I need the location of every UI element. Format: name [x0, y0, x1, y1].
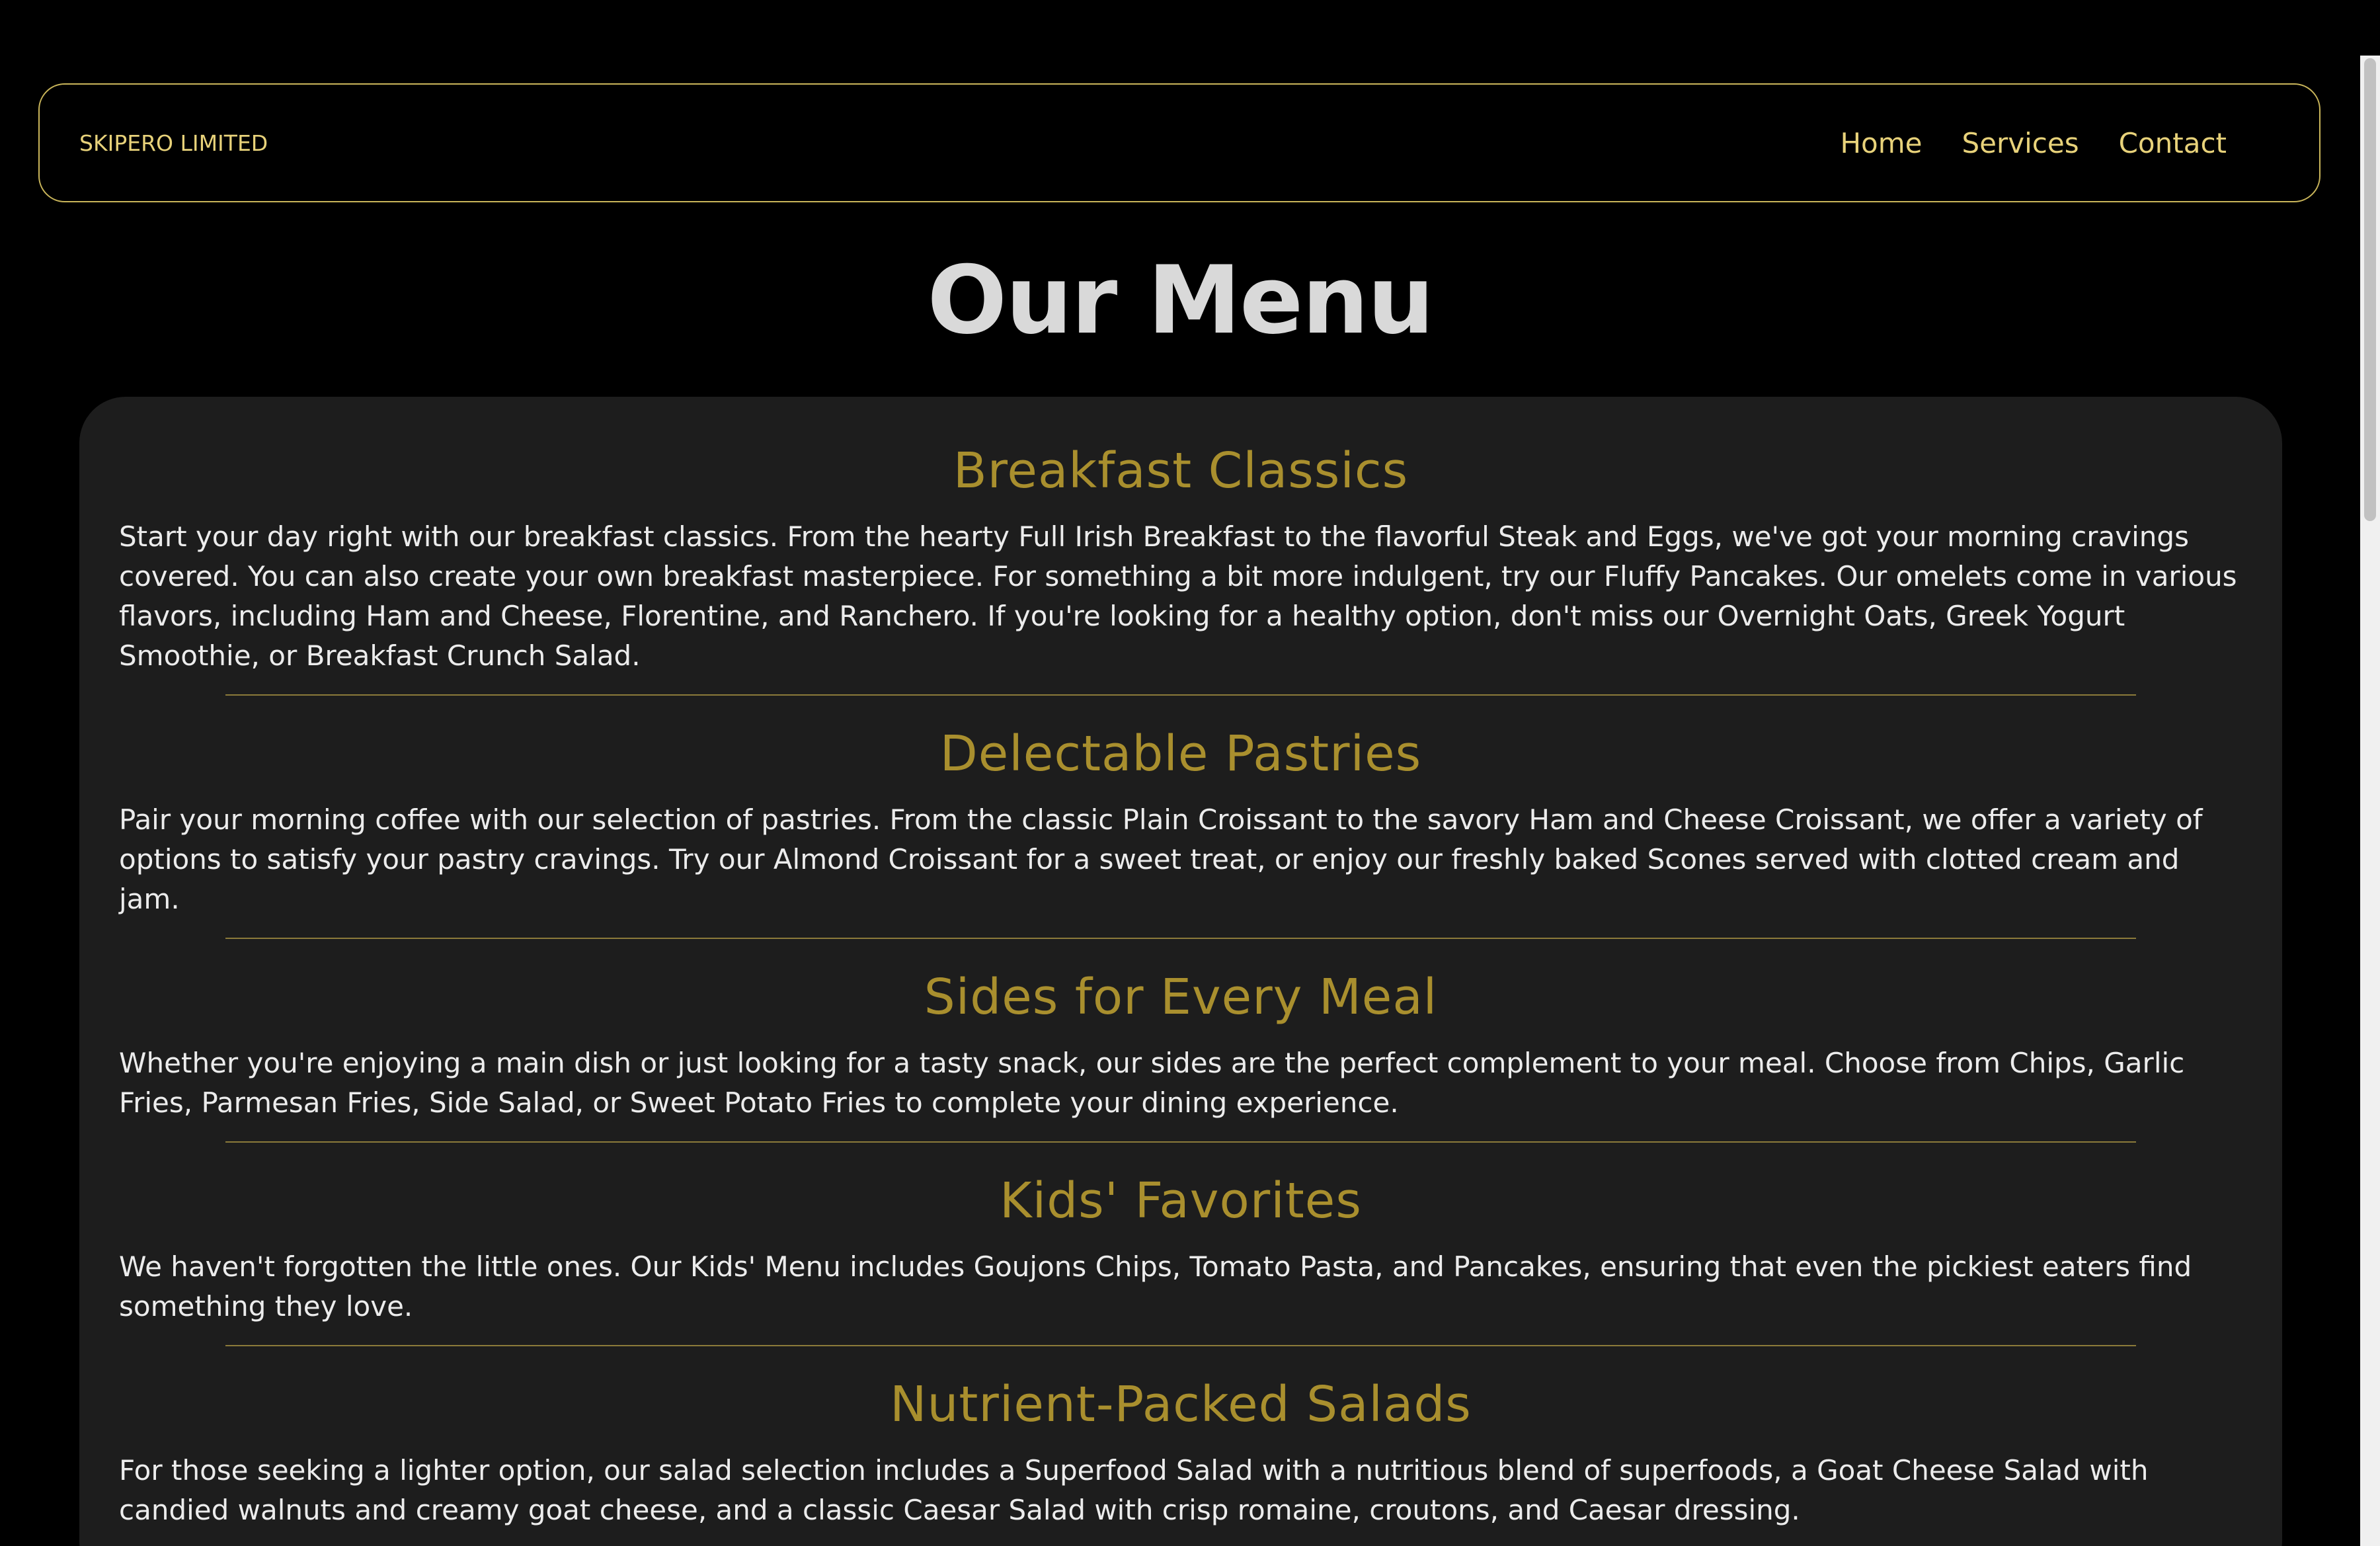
menu-section-breakfast: Breakfast Classics Start your day right …	[119, 436, 2242, 696]
page: SKIPERO LIMITED Home Services Contact Ou…	[0, 0, 2380, 1546]
page-title: Our Menu	[927, 246, 1434, 355]
section-title: Nutrient-Packed Salads	[890, 1376, 1472, 1433]
menu-section-salads: Nutrient-Packed Salads For those seeking…	[119, 1370, 2242, 1546]
section-description: Whether you're enjoying a main dish or j…	[119, 1047, 2185, 1119]
section-title: Breakfast Classics	[953, 442, 1409, 499]
brand-logo-text[interactable]: SKIPERO LIMITED	[79, 130, 268, 156]
nav-link-contact[interactable]: Contact	[2119, 127, 2227, 159]
section-title: Delectable Pastries	[939, 725, 1422, 782]
menu-card: Breakfast Classics Start your day right …	[79, 397, 2282, 1546]
section-title: Sides for Every Meal	[924, 969, 1438, 1026]
scrollbar-thumb[interactable]	[2364, 58, 2376, 521]
section-description: We haven't forgotten the little ones. Ou…	[119, 1250, 2192, 1322]
nav-link-services[interactable]: Services	[1962, 127, 2079, 159]
nav-links: Home Services Contact	[1840, 127, 2227, 159]
top-navbar: SKIPERO LIMITED Home Services Contact	[38, 83, 2320, 202]
menu-section-sides: Sides for Every Meal Whether you're enjo…	[119, 963, 2242, 1143]
section-divider	[225, 694, 2136, 696]
section-description: For those seeking a lighter option, our …	[119, 1454, 2149, 1526]
section-divider	[225, 1345, 2136, 1346]
page-scrollbar[interactable]	[2360, 56, 2380, 1546]
section-description: Start your day right with our breakfast …	[119, 520, 2237, 672]
section-divider	[225, 938, 2136, 939]
section-title: Kids' Favorites	[1000, 1172, 1362, 1229]
menu-section-kids: Kids' Favorites We haven't forgotten the…	[119, 1166, 2242, 1346]
section-divider	[225, 1141, 2136, 1143]
section-description: Pair your morning coffee with our select…	[119, 803, 2203, 915]
nav-link-home[interactable]: Home	[1840, 127, 1922, 159]
menu-section-pastries: Delectable Pastries Pair your morning co…	[119, 719, 2242, 939]
